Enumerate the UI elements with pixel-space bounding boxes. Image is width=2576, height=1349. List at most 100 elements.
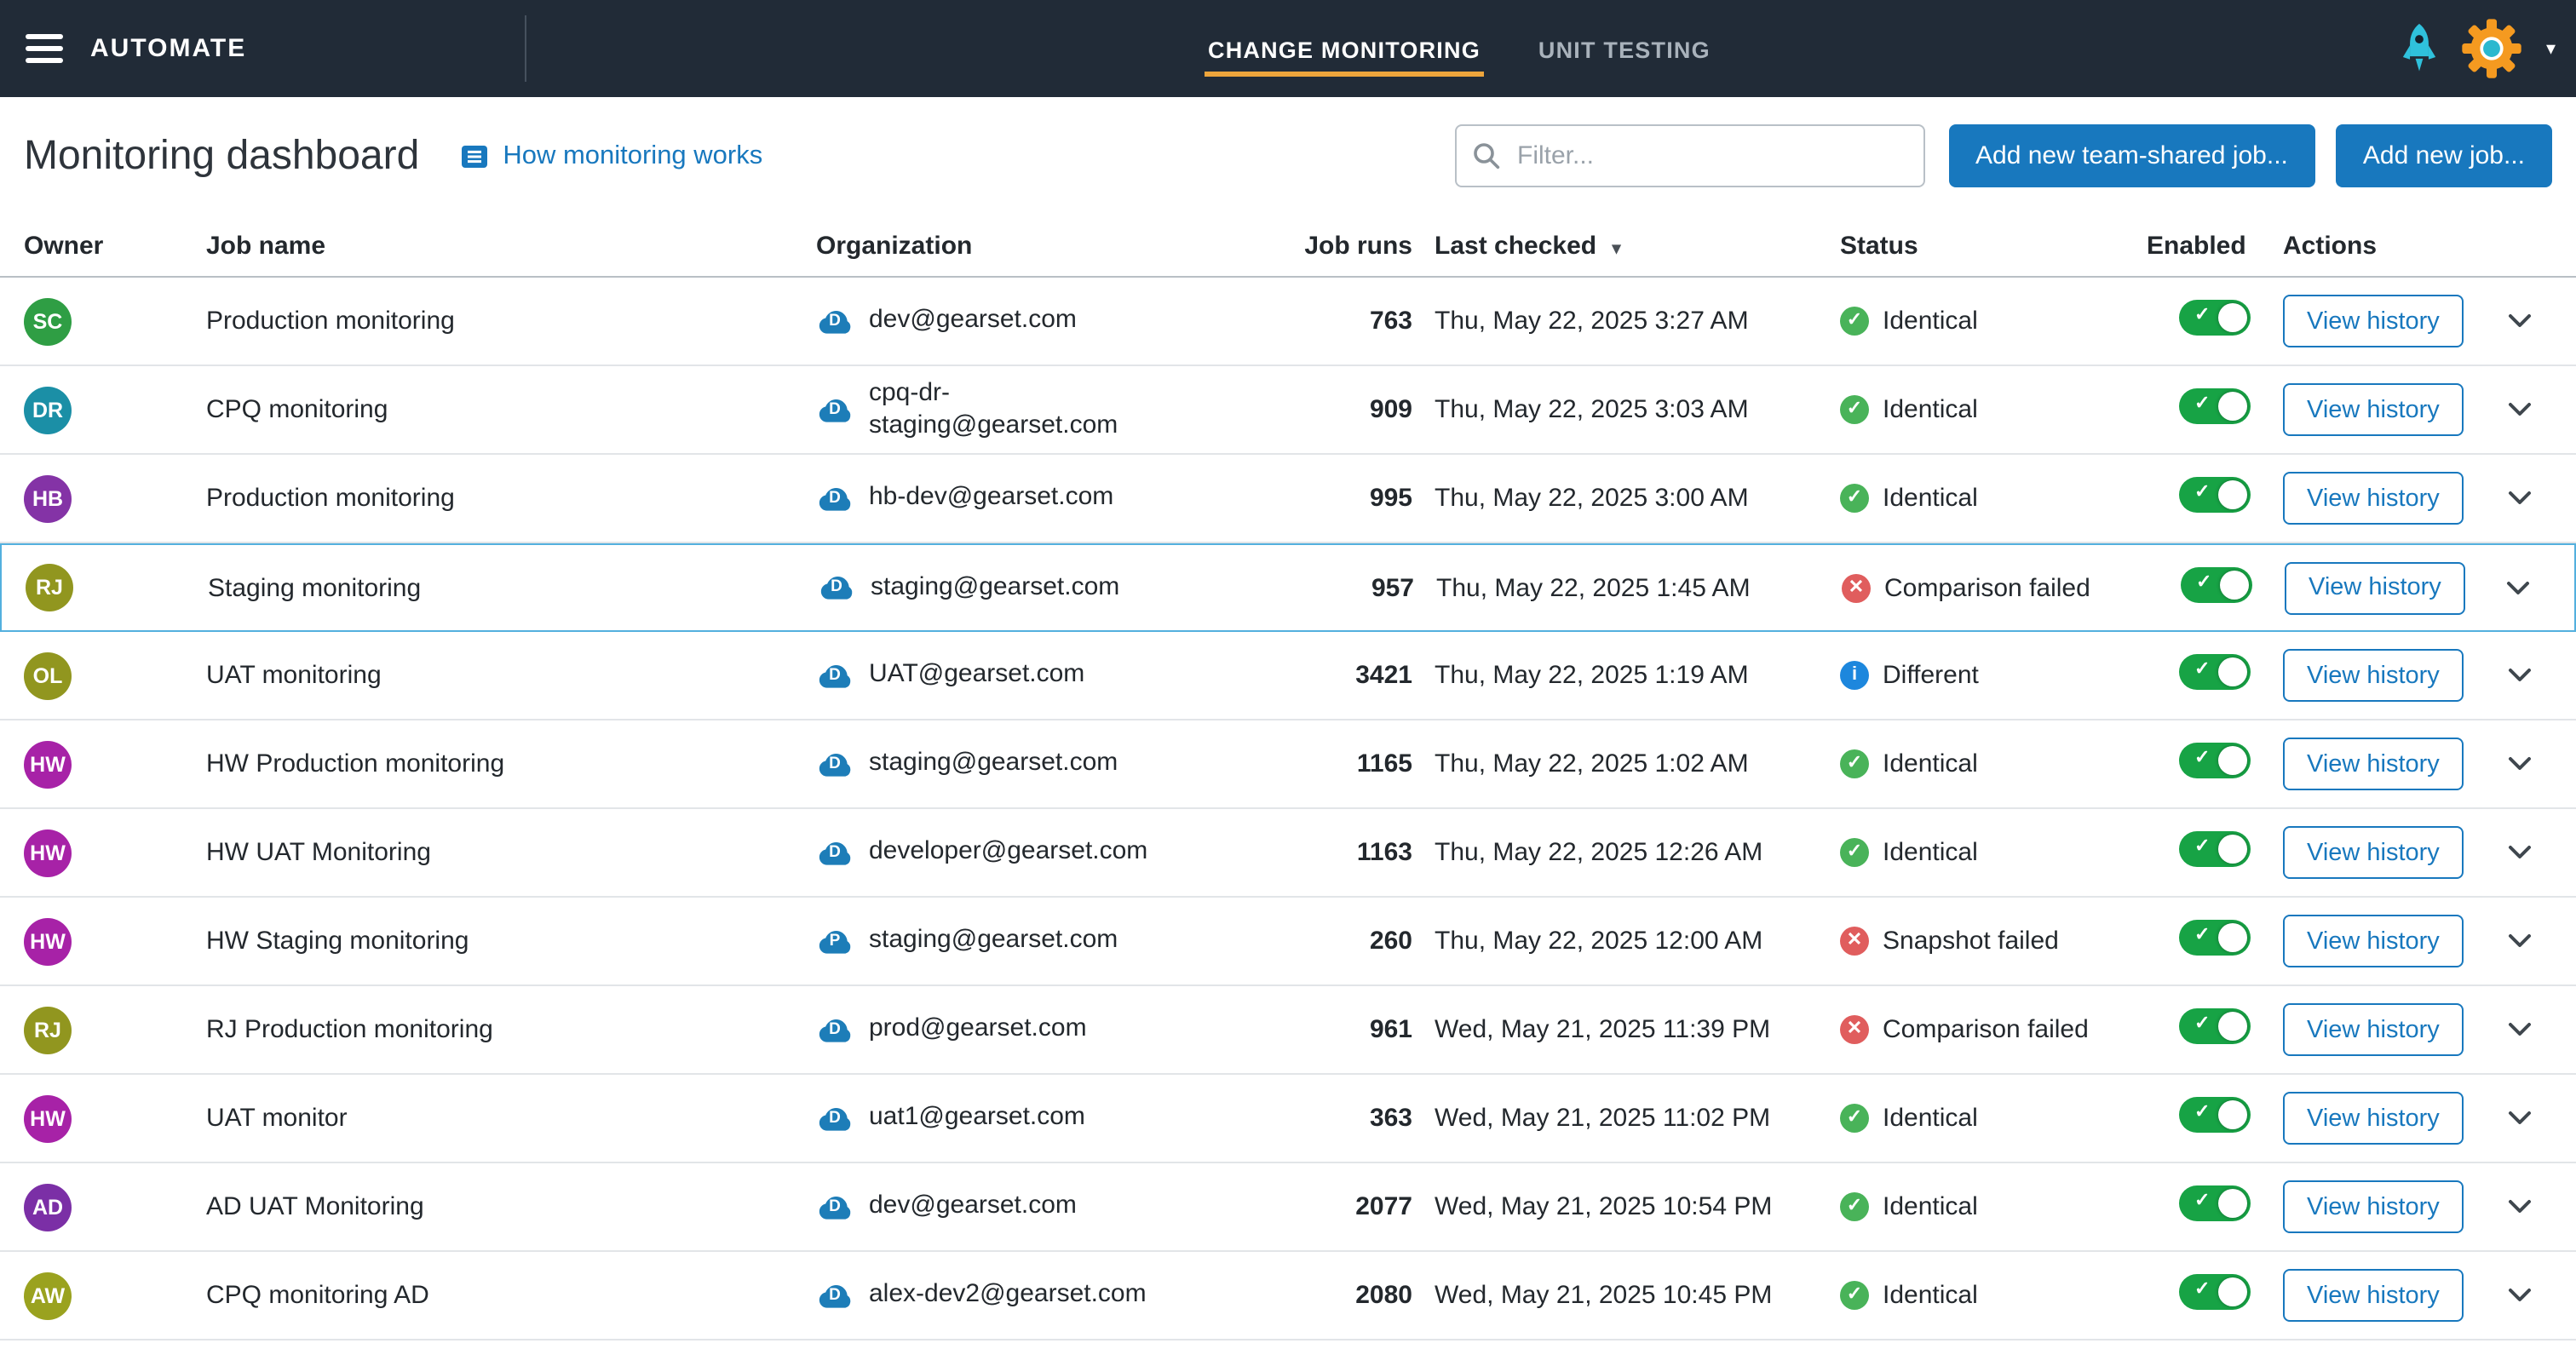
avatar: HB <box>24 474 72 522</box>
view-history-button[interactable]: View history <box>2283 1092 2464 1145</box>
filter-input[interactable] <box>1454 124 1924 187</box>
job-runs: 961 <box>1293 1015 1412 1044</box>
table-row[interactable]: HW HW UAT Monitoring D developer@gearset… <box>0 809 2576 898</box>
enabled-toggle[interactable]: ✓ <box>2179 1008 2251 1044</box>
table-row[interactable]: SC Production monitoring D dev@gearset.c… <box>0 278 2576 366</box>
table-row[interactable]: RJ RJ Production monitoring D prod@gears… <box>0 986 2576 1075</box>
table-row[interactable]: RJ Staging monitoring D staging@gearset.… <box>0 543 2576 632</box>
chevron-down-icon[interactable] <box>2508 1111 2532 1126</box>
menu-icon[interactable] <box>26 27 63 71</box>
gear-settings-icon[interactable] <box>2461 17 2524 80</box>
chevron-down-icon[interactable] <box>2508 491 2532 506</box>
chevron-down-icon[interactable] <box>2508 756 2532 772</box>
org-cloud-icon: D <box>816 663 854 688</box>
owner-cell: AW <box>24 1272 206 1319</box>
table-header: Owner Job name Organization Job runs Las… <box>0 215 2576 278</box>
col-enabled: Enabled <box>2147 231 2283 260</box>
toggle-knob <box>2218 1277 2247 1306</box>
chevron-down-icon[interactable] <box>2508 313 2532 329</box>
actions-cell: View history <box>2283 1003 2552 1056</box>
view-history-button[interactable]: View history <box>2283 383 2464 436</box>
org-type-letter: D <box>816 1288 854 1304</box>
job-name: AD UAT Monitoring <box>206 1192 816 1221</box>
toggle-check-icon: ✓ <box>2194 1281 2210 1300</box>
status-icon: ✓ <box>1840 1104 1869 1133</box>
view-history-button[interactable]: View history <box>2283 1269 2464 1322</box>
tab-change-monitoring[interactable]: CHANGE MONITORING <box>1205 21 1484 76</box>
status-icon: ✓ <box>1840 307 1869 336</box>
chevron-down-icon[interactable] <box>2508 845 2532 860</box>
owner-cell: HW <box>24 829 206 876</box>
tab-unit-testing[interactable]: UNIT TESTING <box>1535 21 1714 76</box>
add-new-job-button[interactable]: Add new job... <box>2336 124 2552 187</box>
enabled-cell: ✓ <box>2147 1008 2283 1051</box>
add-team-shared-job-button[interactable]: Add new team-shared job... <box>1948 124 2315 187</box>
chevron-down-icon[interactable] <box>2508 933 2532 949</box>
rocket-icon[interactable] <box>2401 22 2439 75</box>
status-cell: ✓ Identical <box>1840 1281 2147 1310</box>
job-name: RJ Production monitoring <box>206 1015 816 1044</box>
status-icon: ✓ <box>1840 1192 1869 1221</box>
enabled-cell: ✓ <box>2148 566 2285 609</box>
enabled-toggle[interactable]: ✓ <box>2179 1274 2251 1310</box>
org-email: staging@gearset.com <box>871 572 1119 604</box>
status-icon: ✕ <box>1842 573 1871 602</box>
last-checked: Thu, May 22, 2025 12:00 AM <box>1412 927 1840 956</box>
chevron-down-icon[interactable] <box>2508 1288 2532 1303</box>
enabled-toggle[interactable]: ✓ <box>2179 831 2251 867</box>
organization-cell: D prod@gearset.com <box>816 1014 1293 1046</box>
organization-cell: D dev@gearset.com <box>816 1191 1293 1223</box>
avatar: SC <box>24 297 72 345</box>
table-row[interactable]: DR CPQ monitoring D cpq-dr-staging@gears… <box>0 366 2576 455</box>
user-menu-caret-icon[interactable]: ▾ <box>2546 37 2556 60</box>
chevron-down-icon[interactable] <box>2508 1022 2532 1037</box>
actions-cell: View history <box>2283 649 2552 702</box>
table-row[interactable]: AD AD UAT Monitoring D dev@gearset.com 2… <box>0 1163 2576 1252</box>
table-row[interactable]: OL UAT monitoring D UAT@gearset.com 3421… <box>0 632 2576 720</box>
enabled-toggle[interactable]: ✓ <box>2179 477 2251 513</box>
chevron-down-icon[interactable] <box>2508 668 2532 683</box>
job-runs: 763 <box>1293 307 1412 336</box>
how-monitoring-works-link[interactable]: How monitoring works <box>460 141 762 171</box>
view-history-button[interactable]: View history <box>2283 826 2464 879</box>
toggle-knob <box>2218 303 2247 332</box>
enabled-cell: ✓ <box>2147 654 2283 697</box>
enabled-toggle[interactable]: ✓ <box>2181 566 2252 602</box>
brand-automate: AUTOMATE <box>90 34 246 63</box>
view-history-button[interactable]: View history <box>2283 915 2464 967</box>
chevron-down-icon[interactable] <box>2506 580 2530 595</box>
table-row[interactable]: HW HW Production monitoring D staging@ge… <box>0 720 2576 809</box>
avatar: AD <box>24 1183 72 1231</box>
enabled-toggle[interactable]: ✓ <box>2179 920 2251 956</box>
status-text: Identical <box>1883 838 1978 867</box>
view-history-button[interactable]: View history <box>2283 1003 2464 1056</box>
view-history-button[interactable]: View history <box>2283 1180 2464 1233</box>
table-row[interactable]: AW CPQ monitoring AD D alex-dev2@gearset… <box>0 1252 2576 1340</box>
view-history-button[interactable]: View history <box>2283 295 2464 347</box>
enabled-toggle[interactable]: ✓ <box>2179 654 2251 690</box>
view-history-button[interactable]: View history <box>2283 738 2464 790</box>
status-cell: ✕ Comparison failed <box>1842 573 2148 602</box>
enabled-toggle[interactable]: ✓ <box>2179 1185 2251 1221</box>
view-history-button[interactable]: View history <box>2283 472 2464 525</box>
enabled-toggle[interactable]: ✓ <box>2179 388 2251 424</box>
table-row[interactable]: HB Production monitoring D hb-dev@gearse… <box>0 455 2576 543</box>
col-last-checked[interactable]: Last checked ▾ <box>1412 231 1840 260</box>
org-email: alex-dev2@gearset.com <box>869 1280 1147 1312</box>
chevron-down-icon[interactable] <box>2508 1199 2532 1214</box>
org-type-letter: D <box>816 756 854 772</box>
enabled-toggle[interactable]: ✓ <box>2179 1097 2251 1133</box>
table-row[interactable]: HW UAT monitor D uat1@gearset.com 363 We… <box>0 1075 2576 1163</box>
enabled-cell: ✓ <box>2147 388 2283 431</box>
actions-cell: View history <box>2283 915 2552 967</box>
enabled-toggle[interactable]: ✓ <box>2179 300 2251 336</box>
chevron-down-icon[interactable] <box>2508 402 2532 417</box>
view-history-button[interactable]: View history <box>2285 561 2465 614</box>
view-history-button[interactable]: View history <box>2283 649 2464 702</box>
table-row[interactable]: HW HW Staging monitoring P staging@gears… <box>0 898 2576 986</box>
owner-cell: SC <box>24 297 206 345</box>
org-email: prod@gearset.com <box>869 1014 1087 1046</box>
enabled-toggle[interactable]: ✓ <box>2179 743 2251 778</box>
owner-cell: DR <box>24 386 206 433</box>
toggle-knob <box>2218 835 2247 864</box>
